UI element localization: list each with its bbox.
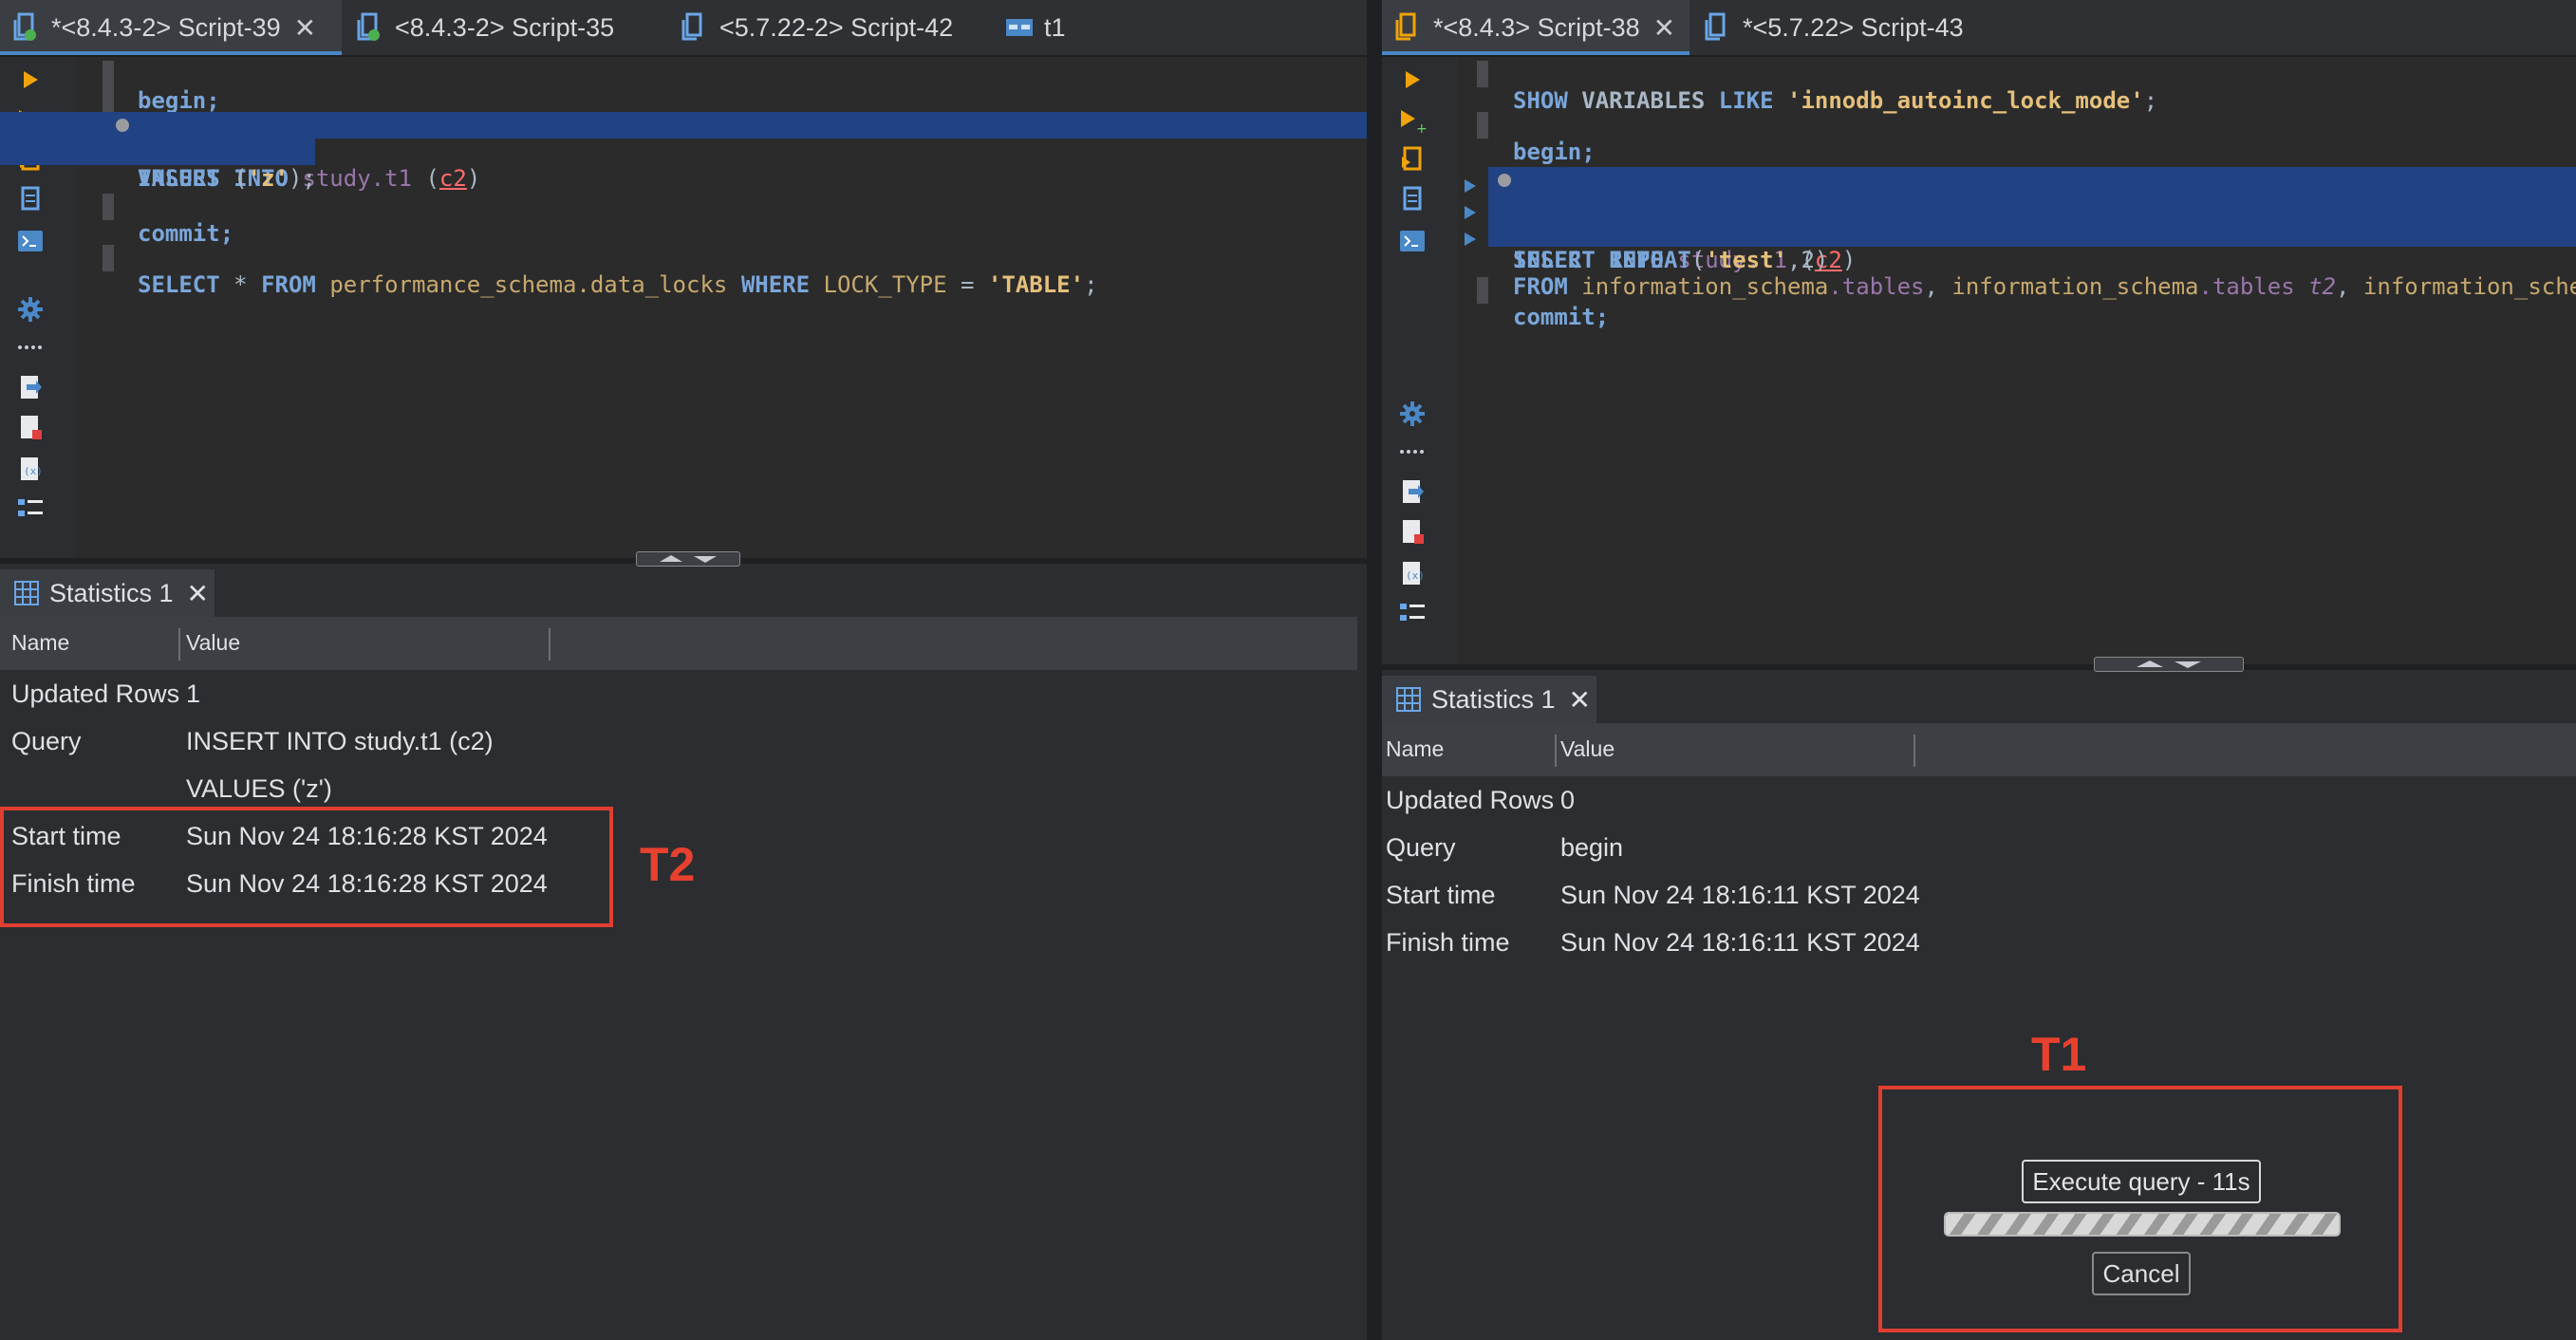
fold-marker-icon[interactable]	[1498, 174, 1511, 187]
t2-annotation-label: T2	[640, 838, 696, 891]
code-line: begin;	[1513, 139, 1596, 165]
table-row[interactable]: Query begin	[1382, 824, 2576, 871]
table-row[interactable]: Finish time Sun Nov 24 18:16:11 KST 2024	[1382, 919, 2576, 966]
outline-icon[interactable]	[13, 493, 47, 524]
grid-icon	[13, 580, 40, 606]
code-line: SELECT * FROM performance_schema.data_lo…	[138, 271, 1098, 298]
code-line-selected: INSERT INTO study.t1 (c2)	[1465, 167, 2576, 273]
splitter-handle[interactable]	[636, 551, 740, 567]
tab-script-42[interactable]: <5.7.22-2> Script-42	[668, 0, 991, 55]
tab-label: *<8.4.3> Script-38	[1433, 12, 1640, 42]
sql-script-icon	[678, 10, 712, 45]
code-line: commit;	[1513, 304, 1610, 330]
column-separator[interactable]	[549, 628, 551, 661]
results-tab-label: Statistics 1	[1431, 684, 1556, 714]
table-row[interactable]: Updated Rows 0	[1382, 776, 2576, 824]
left-sql-editor[interactable]: + (x)	[0, 57, 1367, 558]
table-row[interactable]: VALUES ('z')	[0, 765, 1367, 812]
close-icon[interactable]: ✕	[1569, 684, 1591, 716]
variables-icon[interactable]: (x)	[13, 454, 47, 484]
tab-label: *<5.7.22> Script-43	[1743, 12, 1964, 42]
file-error-icon[interactable]	[1395, 516, 1429, 547]
export-icon[interactable]	[1395, 476, 1429, 507]
tab-script-43[interactable]: *<5.7.22> Script-43	[1691, 0, 2005, 55]
sql-script-icon	[1701, 10, 1735, 45]
column-separator[interactable]	[178, 628, 180, 661]
grid-icon	[1395, 686, 1422, 713]
variables-icon[interactable]: (x)	[1395, 558, 1429, 588]
code-line: SHOW VARIABLES LIKE 'innodb_autoinc_lock…	[1513, 87, 2158, 114]
code-line: begin;	[138, 87, 220, 114]
table-row[interactable]: Updated Rows 1	[0, 670, 1367, 717]
left-editor-panel: *<8.4.3-2> Script-39 ✕ <8.4.3-2> Script-…	[0, 0, 1367, 1340]
tab-label: <8.4.3-2> Script-35	[395, 12, 615, 42]
code-line: commit;	[138, 220, 234, 247]
close-icon[interactable]: ✕	[294, 12, 316, 44]
column-header-name[interactable]: Name	[11, 630, 69, 656]
code-line-selected: INSERT INTO study.t1 (c2)	[0, 112, 1367, 192]
t1-highlight-box	[1878, 1086, 2402, 1332]
table-row[interactable]: Query INSERT INTO study.t1 (c2)	[0, 717, 1367, 765]
close-icon[interactable]: ✕	[187, 578, 209, 609]
right-tab-bar: *<8.4.3> Script-38 ✕ *<5.7.22> Script-43	[1382, 0, 2576, 57]
tab-label: t1	[1044, 12, 1066, 42]
fold-marker-icon[interactable]	[116, 119, 129, 132]
code-line-selected: FROM information_schema.tables, informat…	[1465, 220, 2576, 300]
table-row[interactable]: Start time Sun Nov 24 18:16:11 KST 2024	[1382, 871, 2576, 919]
file-error-icon[interactable]	[13, 412, 47, 442]
console-icon[interactable]	[1395, 226, 1429, 256]
right-sql-editor[interactable]: + (x) SHOW VARIABLES LIKE 'innodb_autoin…	[1382, 57, 2576, 664]
tab-statistics-1[interactable]: Statistics 1 ✕	[0, 569, 215, 617]
close-icon[interactable]: ✕	[1653, 12, 1675, 44]
fold-arrow-icon[interactable]	[1464, 226, 1477, 252]
execute-query-progress-bar	[1944, 1212, 2341, 1237]
left-results-panel: Statistics 1 ✕ Name Value Updated Rows 1…	[0, 569, 1367, 1340]
sql-script-icon	[353, 10, 387, 45]
code-line-selected: SELECT REPEAT('test',2)	[1465, 194, 2576, 273]
column-header-value[interactable]: Value	[186, 630, 240, 656]
fold-arrow-icon[interactable]	[1464, 199, 1477, 226]
export-icon[interactable]	[13, 372, 47, 402]
column-header-name[interactable]: Name	[1386, 736, 1444, 762]
execute-query-progress-label: Execute query - 11s	[2022, 1160, 2261, 1203]
results-header: Name Value	[0, 617, 1357, 670]
more-icon[interactable]	[13, 332, 47, 363]
gear-icon[interactable]	[1395, 399, 1429, 429]
tab-statistics-1[interactable]: Statistics 1 ✕	[1382, 676, 1596, 723]
column-separator[interactable]	[1913, 735, 1915, 767]
t1-annotation-label: T1	[2031, 1028, 2087, 1081]
code-line-selected: VALUES ('z');	[0, 139, 316, 192]
fold-arrow-icon[interactable]	[1464, 173, 1477, 199]
column-header-value[interactable]: Value	[1560, 736, 1615, 762]
panel-divider[interactable]	[1367, 0, 1382, 1340]
tab-script-35[interactable]: <8.4.3-2> Script-35	[344, 0, 666, 55]
outline-icon[interactable]	[1395, 598, 1429, 628]
results-header: Name Value	[1382, 723, 2576, 776]
tab-script-38[interactable]: *<8.4.3> Script-38 ✕	[1382, 0, 1689, 55]
t2-highlight-box	[0, 807, 613, 927]
splitter-handle[interactable]	[2094, 657, 2244, 672]
sql-script-icon	[1391, 10, 1426, 45]
tab-label: <5.7.22-2> Script-42	[719, 12, 954, 42]
cancel-button[interactable]: Cancel	[2092, 1252, 2191, 1295]
tab-t1[interactable]: t1	[993, 0, 1126, 55]
svg-text:(x): (x)	[1406, 569, 1425, 582]
tab-label: *<8.4.3-2> Script-39	[51, 12, 281, 42]
column-separator[interactable]	[1555, 735, 1557, 767]
more-icon[interactable]	[1395, 437, 1429, 467]
sql-script-icon	[9, 10, 44, 45]
results-tab-label: Statistics 1	[49, 578, 174, 607]
tab-script-39[interactable]: *<8.4.3-2> Script-39 ✕	[0, 0, 342, 55]
table-icon	[1002, 10, 1036, 45]
left-tab-bar: *<8.4.3-2> Script-39 ✕ <8.4.3-2> Script-…	[0, 0, 1367, 57]
editor-results-splitter[interactable]	[1382, 664, 2576, 670]
svg-text:(x): (x)	[24, 465, 43, 477]
